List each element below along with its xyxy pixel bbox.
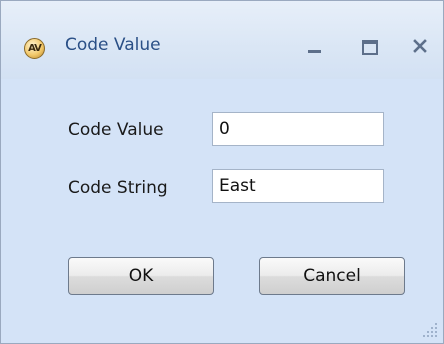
window-title: Code Value [65,35,161,55]
code-string-input[interactable] [212,169,384,203]
cancel-button[interactable]: Cancel [259,257,405,295]
app-logo-icon: AV [24,38,45,59]
title-bar[interactable]: AV Code Value [1,1,443,79]
code-value-input[interactable] [212,112,384,146]
maximize-button[interactable] [352,33,386,59]
code-string-label: Code String [68,178,168,198]
close-button[interactable] [403,33,437,59]
minimize-button[interactable] [297,33,331,59]
code-value-dialog: AV Code Value Code Value Code String OK … [0,0,444,344]
ok-button[interactable]: OK [68,257,214,295]
close-icon [413,39,427,53]
resize-grip[interactable] [423,323,439,339]
code-value-label: Code Value [68,120,164,140]
